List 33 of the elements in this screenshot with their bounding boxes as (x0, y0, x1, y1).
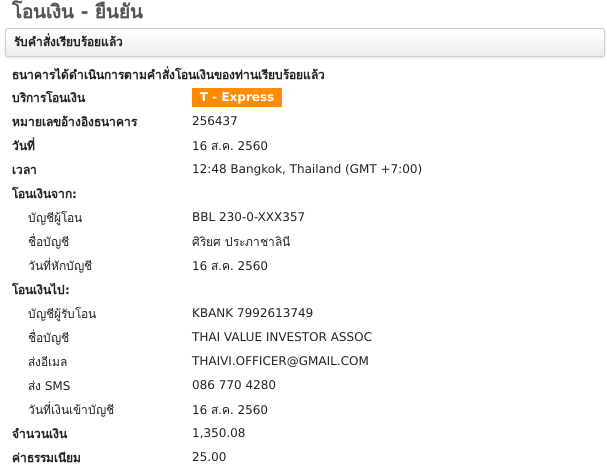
field-value: 1,350.08 (192, 426, 246, 440)
field-value: 256437 (192, 114, 238, 128)
field-value: 16 ส.ค. 2560 (192, 258, 268, 274)
field-label: บัญชีผู้รับโอน (28, 306, 96, 322)
field-label: บริการโอนเงิน (12, 90, 85, 106)
field-value: 25.00 (192, 450, 226, 464)
section-heading: โอนเงินจาก: (12, 186, 77, 202)
field-label: เวลา (12, 162, 37, 178)
field-label: ค่าธรรมเนียม (12, 450, 81, 466)
field-label: ส่งอีเมล (28, 354, 67, 370)
field-label: ชื่อบัญชี (28, 232, 69, 250)
field-label: วันที่เงินเข้าบัญชี (28, 400, 114, 418)
field-label: หมายเลขอ้างอิงธนาคาร (12, 114, 137, 130)
section-heading: โอนเงินไป: (12, 282, 70, 298)
service-badge: T - Express (192, 88, 282, 106)
field-value: THAI VALUE INVESTOR ASSOC (192, 330, 372, 344)
field-value: 16 ส.ค. 2560 (192, 138, 268, 154)
field-label: วันที่หักบัญชี (28, 256, 92, 274)
field-value: THAIVI.OFFICER@GMAIL.COM (192, 354, 369, 368)
page-title: โอนเงิน - ยืนยัน (10, 0, 144, 25)
confirmation-message: ธนาคารได้ดำเนินการตามคำสั่งโอนเงินของท่านเรียบร้อยแล้ว (11, 65, 326, 84)
field-label: วันที่ (12, 136, 35, 154)
field-value: 12:48 Bangkok, Thailand (GMT +7:00) (192, 162, 422, 176)
status-panel: รับคำสั่งเรียบร้อยแล้ว (5, 28, 605, 57)
field-value: KBANK 7992613749 (192, 306, 314, 320)
field-value: ศิริยศ ประภาชาลินี (192, 234, 290, 250)
field-value: 16 ส.ค. 2560 (192, 402, 268, 418)
field-value: BBL 230-0-XXX357 (192, 210, 306, 224)
field-label: ชื่อบัญชี (28, 328, 69, 346)
field-label: บัญชีผู้โอน (28, 210, 82, 226)
field-label: ส่ง SMS (28, 378, 70, 394)
field-label: จำนวนเงิน (12, 426, 67, 442)
field-value: 086 770 4280 (192, 378, 276, 392)
